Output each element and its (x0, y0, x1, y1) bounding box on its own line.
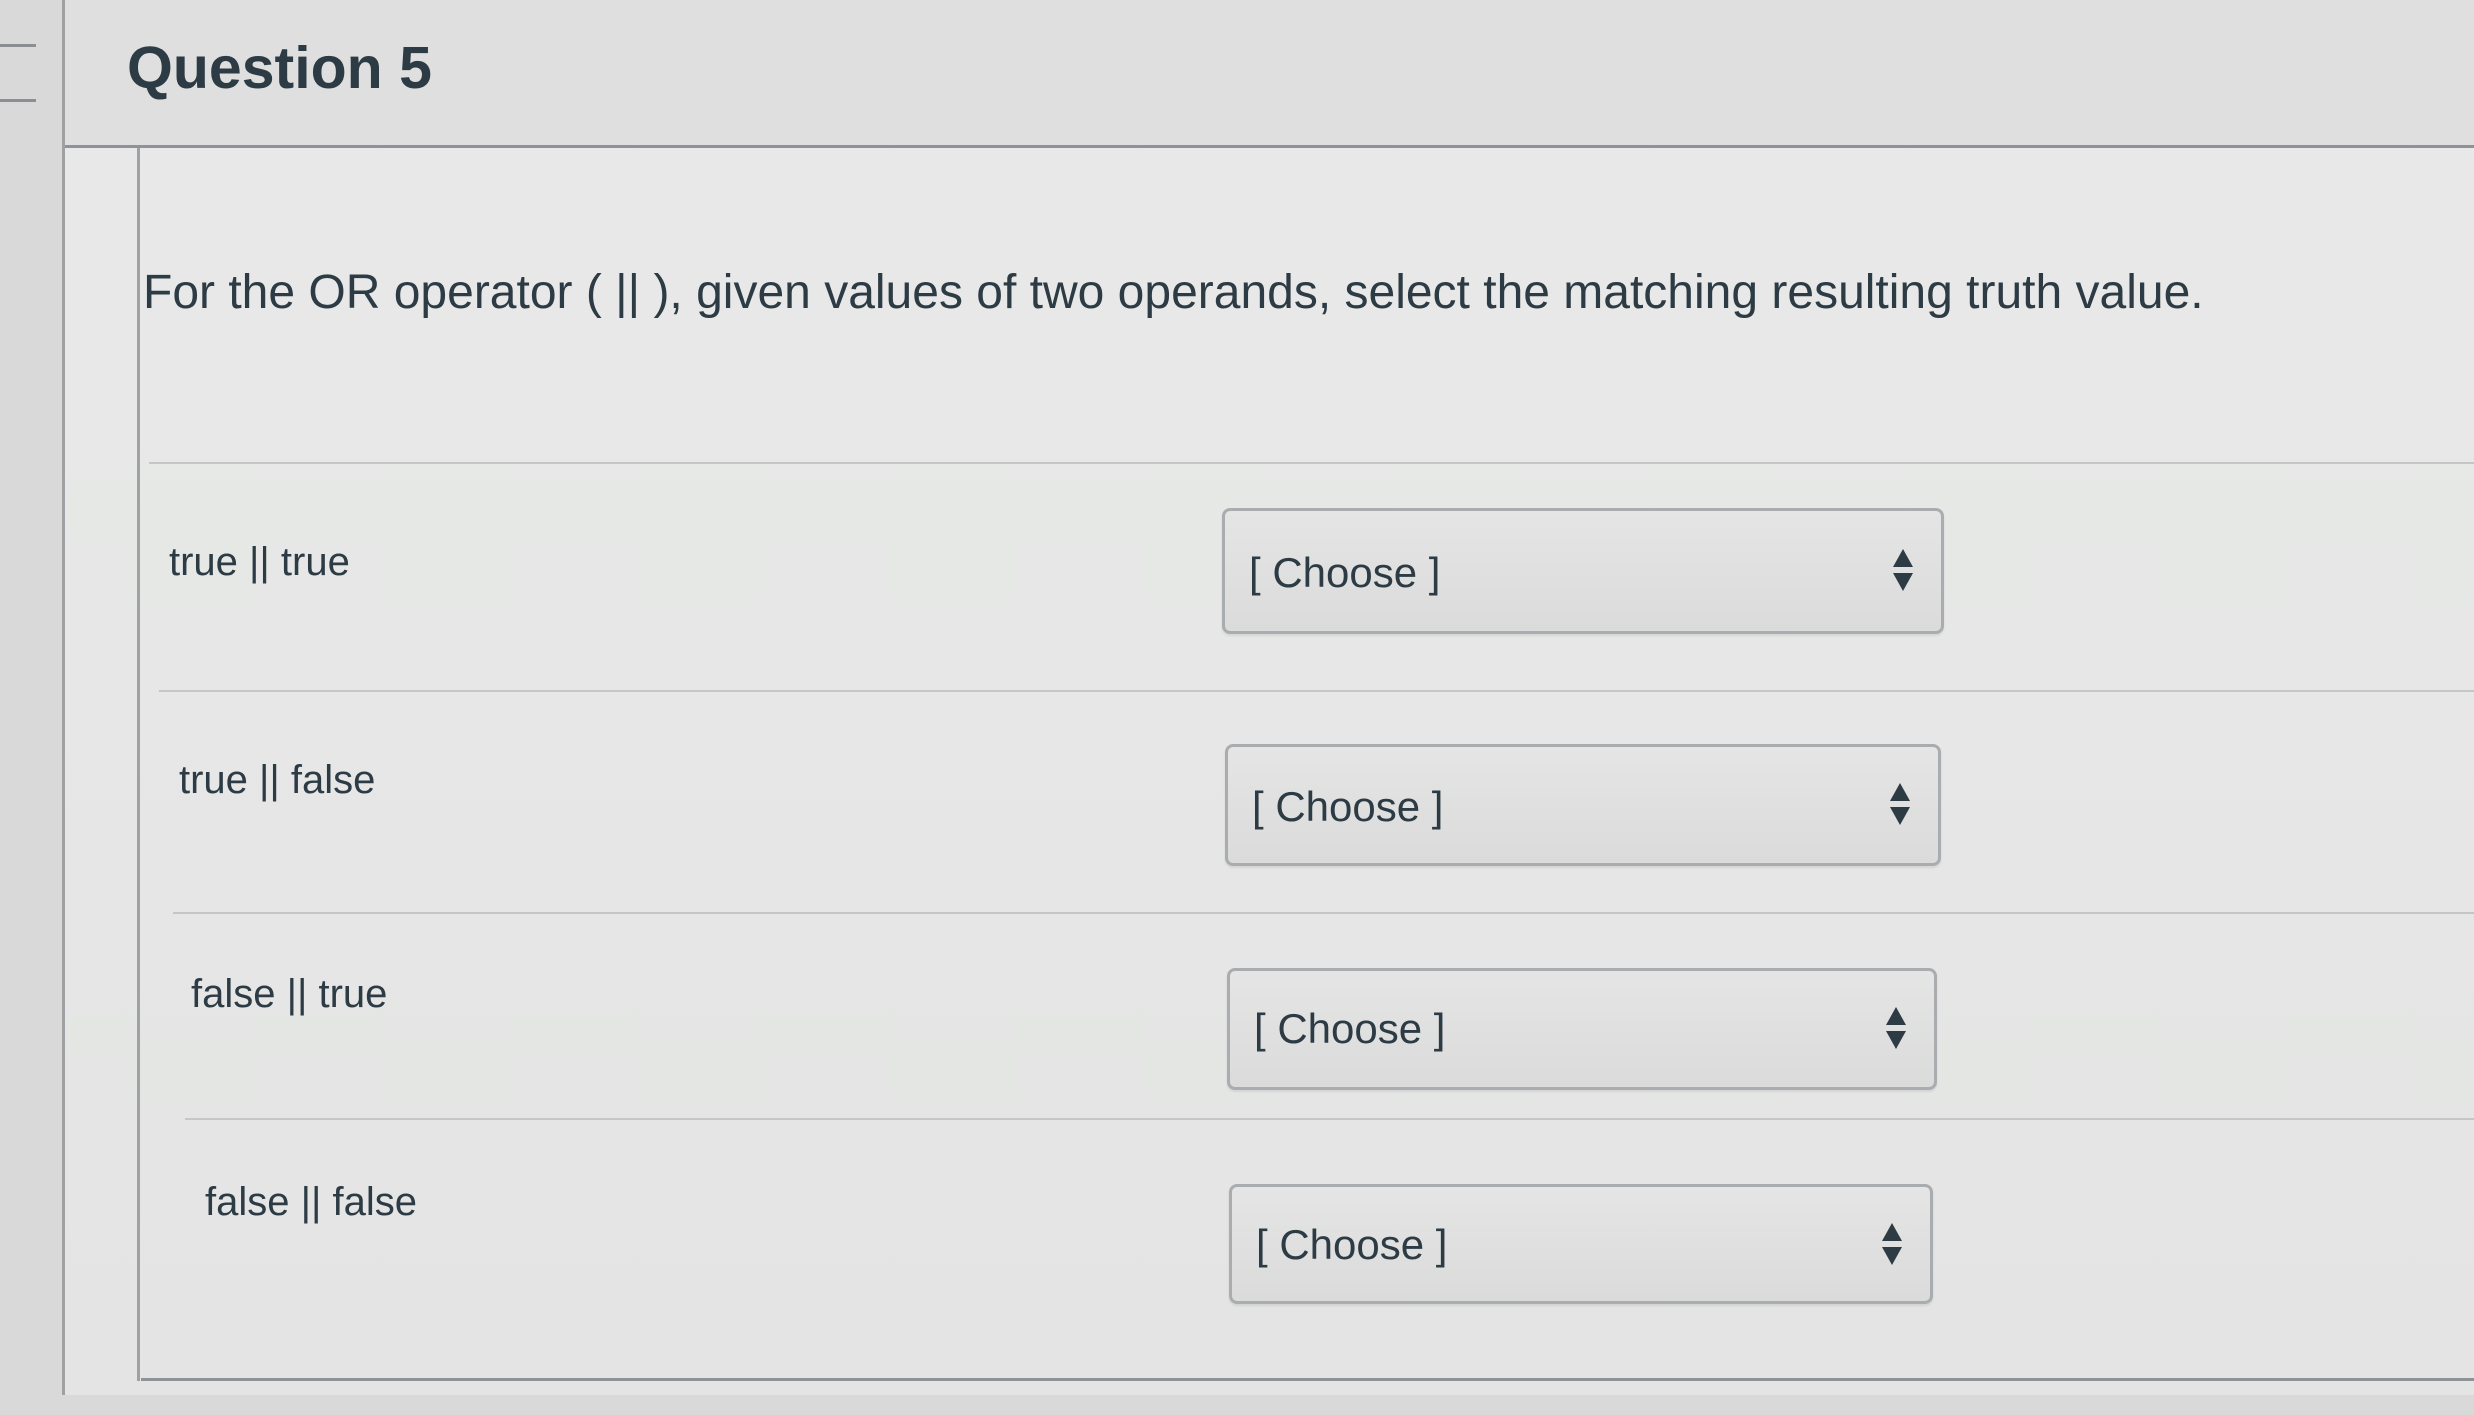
row-divider (185, 1118, 2474, 1120)
quiz-question-card: Question 5 For the OR operator ( || ), g… (62, 0, 2474, 1395)
answer-select-1[interactable]: [ Choose ] (1222, 508, 1944, 634)
select-value: [ Choose ] (1249, 549, 1441, 596)
select-value: [ Choose ] (1256, 1221, 1448, 1268)
question-flag-icon[interactable] (0, 44, 36, 102)
answer-select-3[interactable]: [ Choose ] (1227, 968, 1937, 1090)
matching-prompt-true-or-true: true || true (169, 540, 350, 584)
answer-select-2[interactable]: [ Choose ] (1225, 744, 1941, 866)
select-arrows-icon (1880, 1223, 1904, 1271)
matching-prompt-false-or-false: false || false (205, 1180, 417, 1224)
row-divider (159, 690, 2474, 692)
card-bottom-border (141, 1378, 2474, 1381)
select-value: [ Choose ] (1252, 783, 1444, 830)
select-arrows-icon (1884, 1007, 1908, 1055)
question-prompt: For the OR operator ( || ), given values… (143, 266, 2204, 319)
answer-divider (149, 462, 2474, 464)
answer-select-4[interactable]: [ Choose ] (1229, 1184, 1933, 1304)
matching-prompt-true-or-false: true || false (179, 758, 376, 802)
question-title: Question 5 (127, 35, 432, 101)
select-arrows-icon (1888, 783, 1912, 831)
select-value: [ Choose ] (1254, 1005, 1446, 1052)
card-left-border (137, 148, 140, 1381)
question-header: Question 5 (65, 0, 2474, 148)
select-arrows-icon (1891, 549, 1915, 597)
matching-prompt-false-or-true: false || true (191, 972, 388, 1016)
row-divider (173, 912, 2474, 914)
